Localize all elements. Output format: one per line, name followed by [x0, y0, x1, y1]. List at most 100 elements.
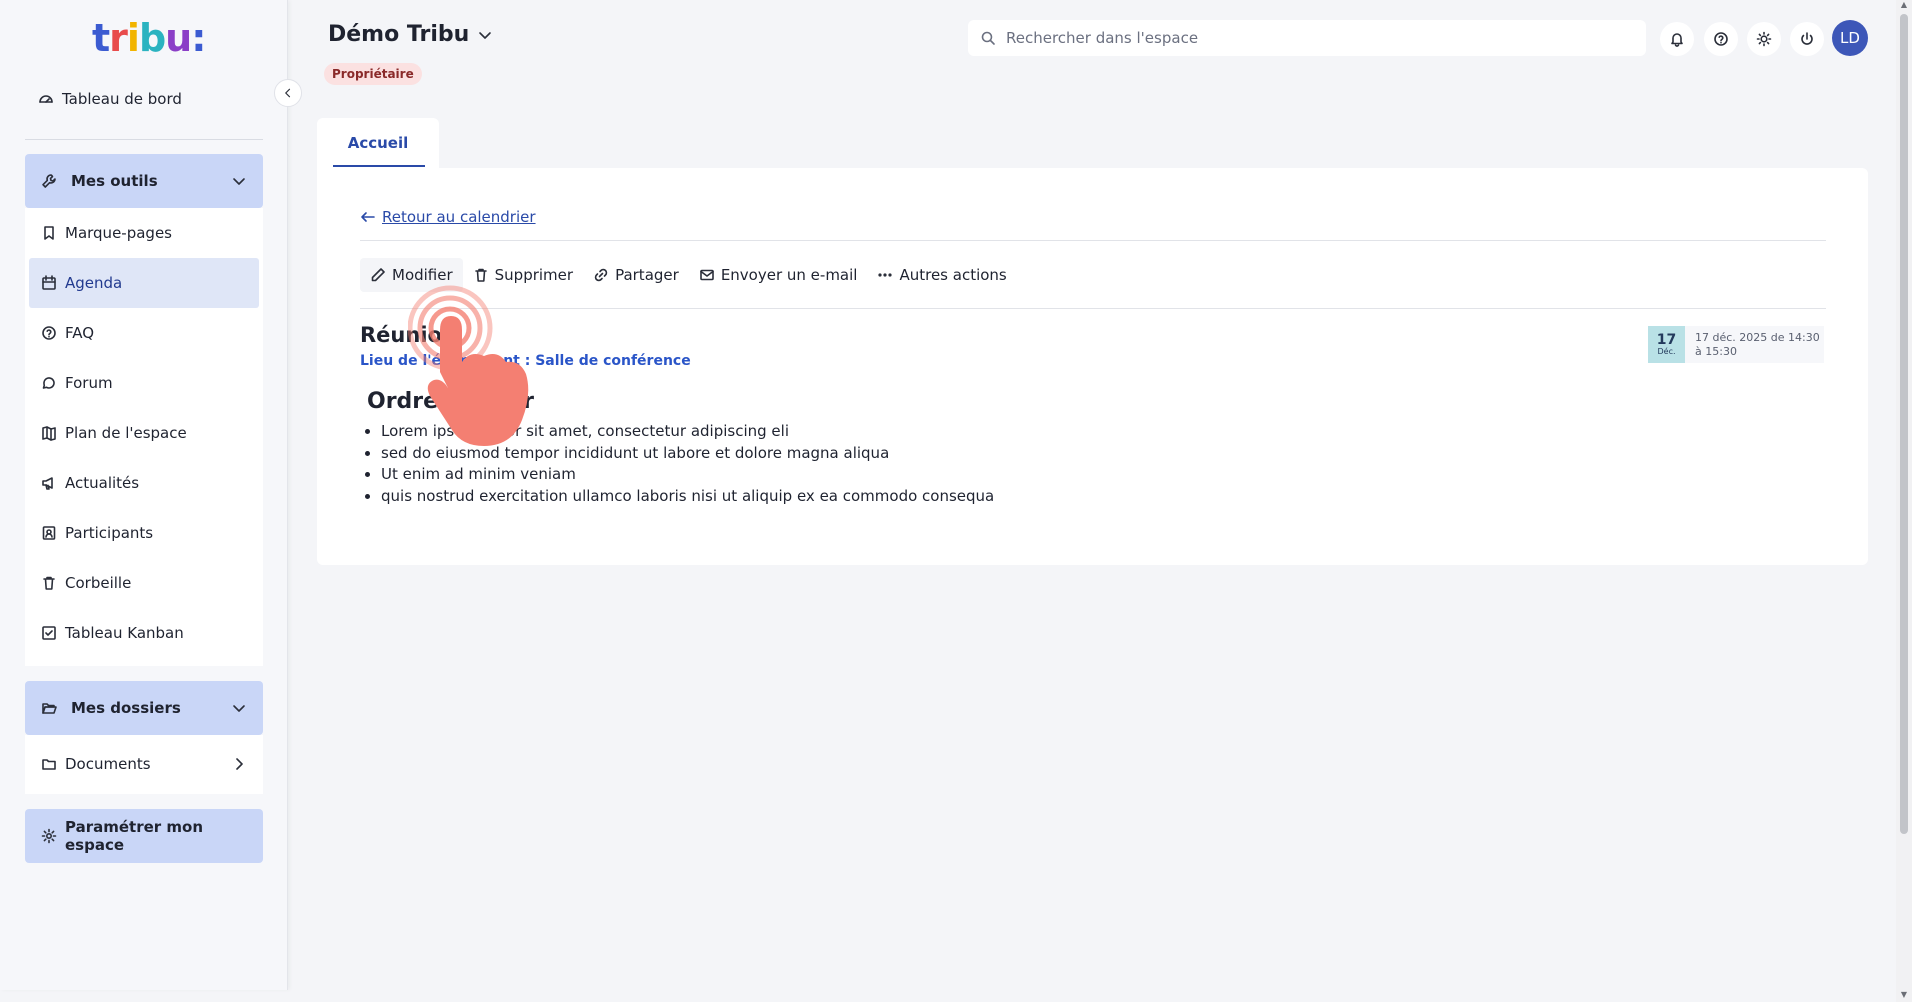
sidebar-item-space-map[interactable]: Plan de l'espace [25, 408, 263, 458]
chevron-down-icon [233, 178, 245, 185]
date-chip: 17 Déc. [1648, 326, 1685, 363]
tab-accueil[interactable]: Accueil [317, 118, 439, 168]
chevron-left-icon [285, 88, 291, 98]
action-label: Autres actions [899, 266, 1007, 284]
contact-icon [42, 526, 56, 540]
check-square-icon [42, 626, 56, 640]
trash-icon [474, 268, 487, 282]
action-label: Partager [615, 266, 679, 284]
bell-icon [1671, 33, 1683, 47]
action-label: Modifier [392, 266, 453, 284]
chat-icon [42, 377, 55, 389]
delete-button[interactable]: Supprimer [463, 258, 583, 292]
sidebar-item-label: FAQ [65, 324, 95, 342]
event-title: Réunion [360, 323, 457, 347]
date-range: 17 déc. 2025 de 14:30 à 15:30 [1695, 330, 1820, 358]
chevron-right-icon [236, 758, 243, 770]
group-header-label: Mes outils [71, 172, 158, 190]
search-icon [981, 31, 995, 45]
avatar[interactable]: LD [1832, 20, 1868, 56]
folders-group-header[interactable]: Mes dossiers [25, 681, 263, 735]
settings-label: Paramétrer mon espace [65, 818, 204, 854]
sidebar-item-label: Tableau de bord [62, 90, 182, 108]
link-icon [594, 268, 608, 282]
sidebar-item-news[interactable]: Actualités [25, 458, 263, 508]
group-header-label: Mes dossiers [71, 699, 181, 717]
chevron-down-icon [479, 31, 492, 39]
tools-group-header[interactable]: Mes outils [25, 154, 263, 208]
sidebar-item-dashboard[interactable]: Tableau de bord [38, 90, 182, 108]
sidebar-item-label: Plan de l'espace [65, 424, 187, 442]
logout-button[interactable] [1790, 22, 1824, 56]
date-month: Déc. [1657, 346, 1676, 356]
tab-active-indicator [333, 165, 425, 167]
scroll-up-icon[interactable]: ▲ [1899, 0, 1909, 9]
back-to-calendar-link[interactable]: Retour au calendrier [360, 208, 536, 226]
divider [360, 308, 1826, 309]
bookmark-icon [44, 226, 54, 240]
agenda-list: Lorem ipsum dolor sit amet, consectetur … [381, 421, 994, 507]
notifications-button[interactable] [1660, 22, 1694, 56]
help-circle-icon [42, 326, 56, 340]
search-input[interactable] [1006, 29, 1634, 47]
sidebar-item-label: Participants [65, 524, 154, 542]
folder-icon [42, 759, 56, 770]
event-actions-toolbar: Modifier Supprimer Partager Envoyer un e… [360, 258, 1017, 292]
arrow-left-icon [361, 212, 375, 222]
sun-icon [1756, 31, 1772, 47]
chevron-down-icon [233, 705, 245, 712]
folder-open-icon [42, 703, 57, 714]
sidebar-item-agenda[interactable]: Agenda [29, 258, 259, 308]
list-item: Lorem ipsum dolor sit amet, consectetur … [381, 421, 994, 443]
event-date: 17 Déc. 17 déc. 2025 de 14:30 à 15:30 [1648, 326, 1824, 363]
action-label: Envoyer un e-mail [720, 266, 858, 284]
date-day: 17 [1656, 331, 1677, 348]
power-icon [1801, 32, 1813, 45]
sidebar-item-participants[interactable]: Participants [25, 508, 263, 558]
scrollbar-thumb[interactable] [1900, 14, 1908, 834]
wrench-icon [42, 174, 56, 188]
folders-list: Documents [25, 735, 263, 794]
sidebar-item-documents[interactable]: Documents [25, 739, 263, 789]
sidebar-item-label: Documents [65, 755, 151, 773]
list-item: sed do eiusmod tempor incididunt ut labo… [381, 443, 994, 465]
back-link-label: Retour au calendrier [382, 208, 536, 226]
scroll-down-icon[interactable]: ▼ [1899, 990, 1909, 999]
edit-button[interactable]: Modifier [360, 258, 463, 292]
divider [360, 240, 1826, 241]
send-email-button[interactable]: Envoyer un e-mail [689, 258, 868, 292]
search-bar[interactable] [968, 20, 1646, 56]
tools-list: Marque-pages Agenda FAQ Forum Plan de l'… [25, 208, 263, 666]
sidebar-item-forum[interactable]: Forum [25, 358, 263, 408]
gear-icon [41, 828, 57, 844]
sidebar-item-bookmarks[interactable]: Marque-pages [25, 208, 263, 258]
sidebar-item-faq[interactable]: FAQ [25, 308, 263, 358]
pencil-icon [371, 268, 385, 282]
space-settings-button[interactable]: Paramétrer mon espace [25, 809, 263, 863]
agenda-heading: Ordre du jour [367, 389, 534, 414]
share-button[interactable]: Partager [583, 258, 689, 292]
more-actions-button[interactable]: Autres actions [867, 258, 1016, 292]
tribu-logo[interactable]: tribu: [92, 16, 206, 60]
list-item: quis nostrud exercitation ullamco labori… [381, 486, 994, 508]
sidebar-item-kanban[interactable]: Tableau Kanban [25, 608, 263, 658]
sidebar-item-trash[interactable]: Corbeille [25, 558, 263, 608]
collapse-sidebar-button[interactable] [274, 79, 302, 107]
more-dots-icon [878, 273, 893, 277]
list-item: Ut enim ad minim veniam [381, 464, 994, 486]
trash-icon [43, 576, 55, 590]
sidebar-item-label: Corbeille [65, 574, 132, 592]
event-location: Lieu de l'événement : Salle de conférenc… [360, 353, 691, 369]
gauge-icon [39, 95, 53, 103]
megaphone-icon [42, 477, 53, 490]
help-button[interactable] [1704, 22, 1738, 56]
help-circle-icon [1714, 32, 1728, 46]
calendar-icon [42, 275, 56, 290]
space-title-dropdown[interactable]: Démo Tribu [328, 22, 493, 47]
divider [25, 139, 263, 140]
sidebar-item-label: Marque-pages [65, 224, 172, 242]
theme-toggle-button[interactable] [1747, 22, 1781, 56]
map-icon [42, 426, 56, 441]
sidebar-item-label: Forum [65, 374, 113, 392]
role-badge: Propriétaire [324, 63, 422, 85]
